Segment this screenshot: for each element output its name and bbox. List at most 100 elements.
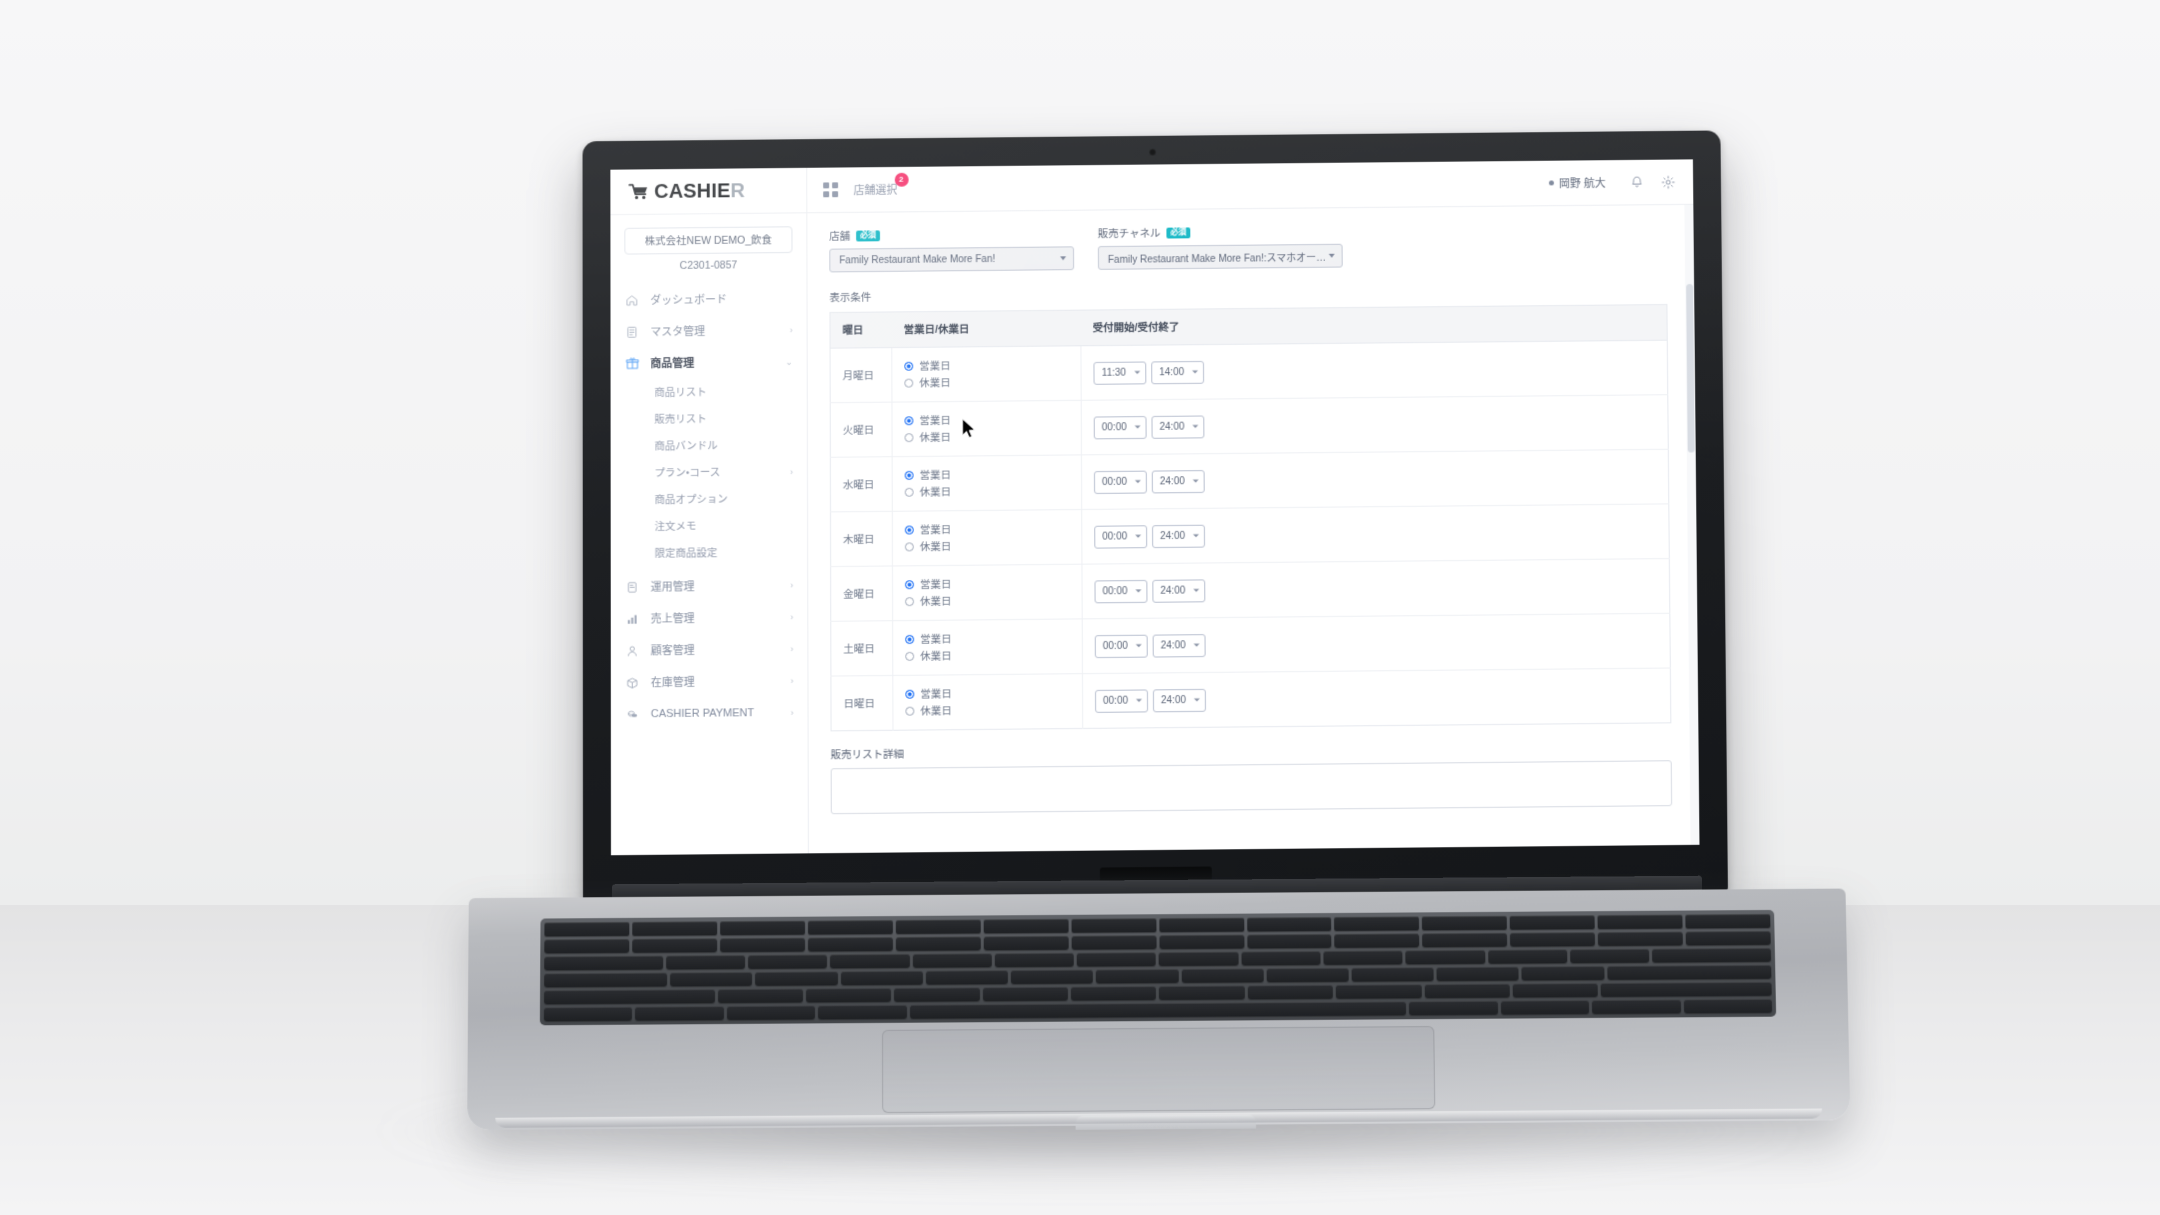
settings-gear-icon — [1661, 175, 1675, 189]
keyboard-key — [1422, 916, 1507, 930]
laptop-screen: CASHIER 店舗選択 2 岡野 航大 株式会社NEW DEMO_飲食 C23… — [610, 159, 1699, 855]
radio-closed[interactable]: 休業日 — [905, 593, 1070, 610]
keyboard-key — [1352, 967, 1434, 981]
radio-closed[interactable]: 休業日 — [905, 702, 1070, 719]
sidebar-subitem-limited-product[interactable]: 限定商品設定 — [611, 538, 807, 567]
sidebar-item-sales[interactable]: 売上管理 › — [611, 601, 808, 635]
sidebar-item-cashier-payment[interactable]: CASHIER PAYMENT › — [611, 697, 808, 730]
radio-closed-indicator — [905, 652, 914, 661]
start-time-select[interactable]: 00:00 — [1094, 579, 1147, 602]
time-range-group: 00:00 24:00 — [1094, 465, 1656, 493]
end-time-select[interactable]: 24:00 — [1153, 688, 1206, 711]
laptop-device: CASHIER 店舗選択 2 岡野 航大 株式会社NEW DEMO_飲食 C23… — [0, 0, 2160, 1215]
radio-open[interactable]: 営業日 — [905, 466, 1069, 482]
keyboard-key — [912, 953, 991, 967]
start-time-select[interactable]: 00:00 — [1094, 470, 1147, 493]
sidebar-item-label: 顧客管理 — [651, 641, 780, 658]
cell-time-range: 00:00 24:00 — [1082, 559, 1670, 619]
sidebar-item-dashboard[interactable]: ダッシュボード — [610, 283, 806, 317]
radio-open-label: 営業日 — [920, 686, 951, 701]
keyboard-key — [1598, 931, 1683, 945]
sidebar-subitem-plan-course[interactable]: プラン・コース › — [611, 458, 807, 487]
cell-open-closed: 営業日 休業日 — [892, 400, 1081, 456]
keyboard-key — [983, 936, 1068, 950]
radio-open[interactable]: 営業日 — [904, 412, 1068, 428]
keyboard-key — [544, 1006, 633, 1021]
chevron-right-icon: › — [790, 612, 793, 622]
sidebar-subitem-product-bundle[interactable]: 商品バンドル — [611, 431, 807, 460]
scrollbar-thumb[interactable] — [1686, 284, 1695, 453]
radio-closed[interactable]: 休業日 — [904, 429, 1068, 445]
end-time-select[interactable]: 24:00 — [1153, 634, 1206, 657]
keyboard-key — [720, 937, 805, 951]
radio-closed[interactable]: 休業日 — [905, 538, 1070, 554]
radio-open[interactable]: 営業日 — [905, 576, 1070, 592]
cashier-logo[interactable]: CASHIER — [628, 181, 745, 202]
sidebar-subitem-product-list[interactable]: 商品リスト — [611, 378, 807, 407]
radio-open[interactable]: 営業日 — [905, 521, 1070, 537]
sidebar-item-product-management[interactable]: 商品管理 ⌄ — [611, 346, 807, 380]
end-time-select[interactable]: 24:00 — [1152, 470, 1205, 493]
table-row: 水曜日 営業日 休業日 00:00 24:00 — [830, 449, 1668, 512]
radio-open[interactable]: 営業日 — [905, 630, 1070, 647]
brand-area[interactable]: CASHIER — [610, 168, 807, 214]
radio-open-indicator — [905, 471, 914, 480]
keyboard-key — [1488, 949, 1567, 963]
cell-time-range: 00:00 24:00 — [1082, 504, 1670, 564]
app-body: 株式会社NEW DEMO_飲食 C2301-0857 ダッシュボード マスタ管理… — [610, 205, 1699, 855]
start-time-select[interactable]: 00:00 — [1094, 416, 1147, 439]
end-time-select[interactable]: 24:00 — [1151, 415, 1204, 438]
radio-open[interactable]: 営業日 — [904, 357, 1068, 373]
end-time-select[interactable]: 14:00 — [1151, 360, 1204, 383]
radio-closed-indicator — [905, 488, 914, 497]
sidebar-item-master[interactable]: マスタ管理 › — [611, 314, 807, 348]
start-time-select[interactable]: 11:30 — [1093, 361, 1146, 384]
user-menu[interactable]: 岡野 航大 — [1549, 174, 1622, 191]
radio-closed[interactable]: 休業日 — [905, 483, 1070, 499]
start-time-select[interactable]: 00:00 — [1094, 525, 1147, 548]
end-time-select[interactable]: 24:00 — [1152, 524, 1205, 547]
table-row: 木曜日 営業日 休業日 00:00 24:00 — [830, 504, 1669, 567]
radio-open-label: 営業日 — [920, 522, 951, 537]
keyboard-key — [1247, 934, 1332, 948]
sidebar-item-operation[interactable]: 運用管理 › — [611, 569, 808, 603]
radio-open[interactable]: 営業日 — [905, 685, 1070, 702]
end-time-select[interactable]: 24:00 — [1152, 579, 1205, 602]
keyboard-key — [1335, 933, 1420, 947]
chevron-right-icon: › — [791, 707, 794, 717]
start-time-select[interactable]: 00:00 — [1095, 634, 1148, 657]
cell-time-range: 00:00 24:00 — [1081, 449, 1668, 509]
column-header-time-range: 受付開始/受付終了 — [1081, 305, 1667, 346]
cell-open-closed: 営業日 休業日 — [892, 455, 1082, 511]
company-name-pill[interactable]: 株式会社NEW DEMO_飲食 — [624, 226, 792, 254]
radio-closed-label: 休業日 — [919, 375, 950, 390]
settings-gear-button[interactable] — [1652, 159, 1683, 204]
notification-bell-button[interactable] — [1621, 159, 1652, 205]
keyboard-key — [1601, 981, 1772, 996]
start-time-select[interactable]: 00:00 — [1095, 689, 1148, 712]
keyboard-key — [1159, 918, 1244, 932]
sales-list-detail-input[interactable] — [831, 760, 1672, 814]
radio-closed[interactable]: 休業日 — [905, 647, 1070, 664]
keyboard-key — [718, 988, 803, 1003]
radio-open-label: 営業日 — [920, 577, 951, 592]
keyboard-key — [808, 920, 893, 934]
chevron-down-icon — [1192, 425, 1198, 428]
sidebar-item-inventory[interactable]: 在庫管理 › — [611, 665, 808, 699]
keyboard-key — [1500, 1000, 1589, 1015]
radio-closed-label: 休業日 — [920, 703, 952, 718]
sidebar-subitem-product-option[interactable]: 商品オプション — [611, 485, 807, 514]
user-name: 岡野 航大 — [1559, 175, 1606, 191]
sidebar-subitem-sales-list[interactable]: 販売リスト — [611, 404, 807, 433]
grid-apps-icon[interactable] — [823, 183, 837, 197]
sidebar-subitem-order-memo[interactable]: 注文メモ — [611, 512, 807, 541]
shop-select-button[interactable]: 店舗選択 2 — [853, 181, 897, 197]
keyboard-key — [1248, 984, 1333, 999]
keyboard-key — [1266, 967, 1348, 981]
radio-closed[interactable]: 休業日 — [904, 374, 1068, 390]
chevron-right-icon: › — [790, 644, 793, 654]
channel-select[interactable]: Family Restaurant Make More Fan!:スマホオー… — [1098, 244, 1343, 270]
sidebar-item-customer[interactable]: 顧客管理 › — [611, 633, 808, 667]
radio-closed-label: 休業日 — [920, 594, 951, 609]
store-select[interactable]: Family Restaurant Make More Fan! — [829, 246, 1074, 272]
